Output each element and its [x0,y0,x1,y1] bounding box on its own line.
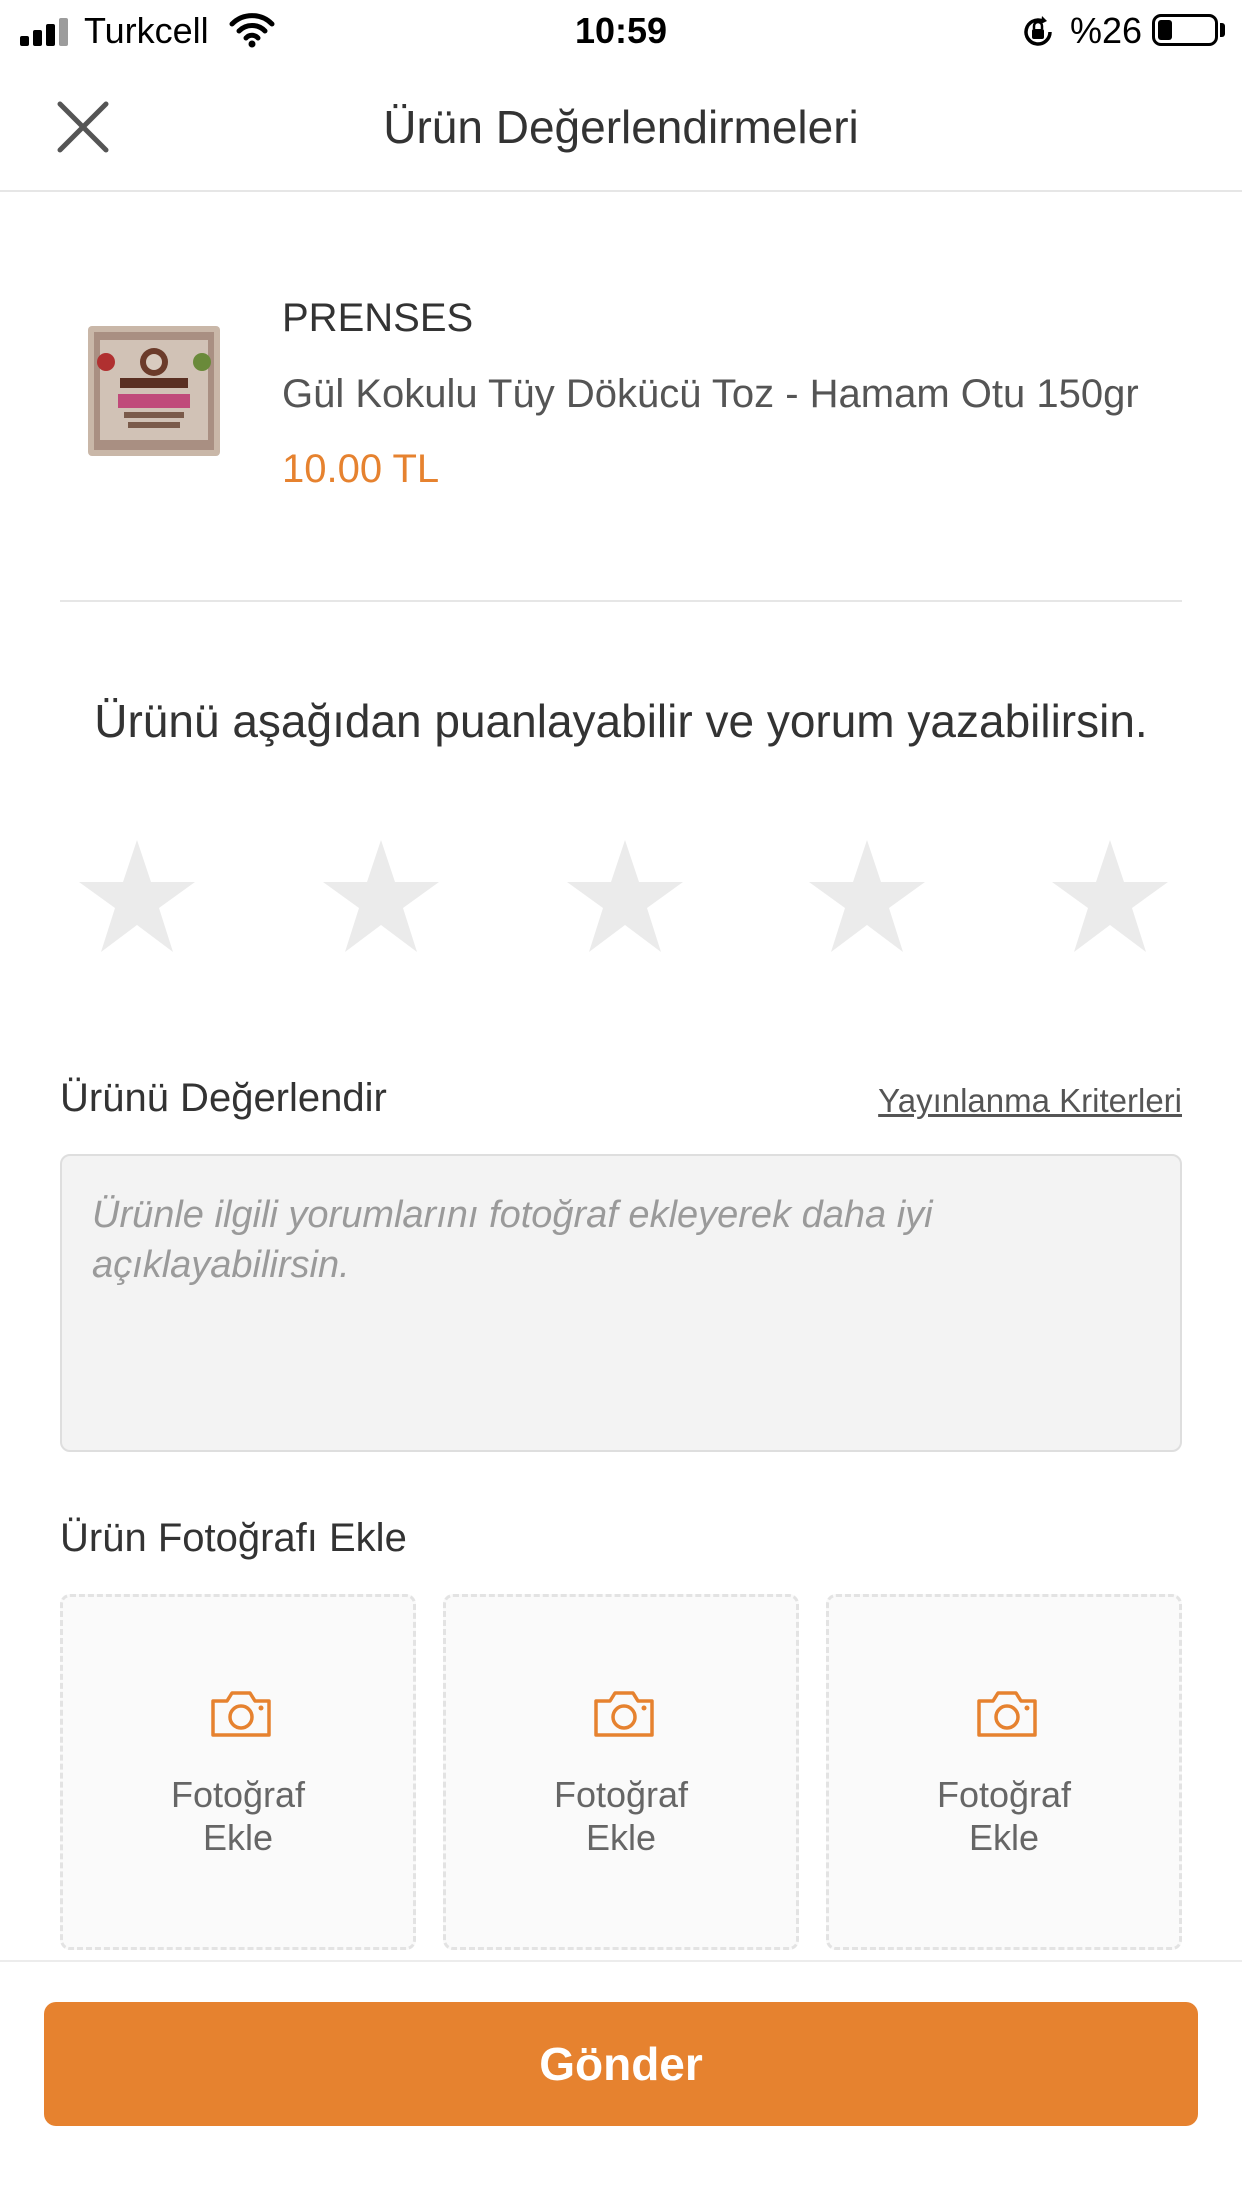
star-icon[interactable] [75,836,199,960]
star-rating [0,836,1242,960]
camera-icon [977,1691,1037,1737]
review-label: Ürünü Değerlendir [60,1076,387,1120]
nav-header: Ürün Değerlendirmeleri [0,62,1242,192]
star-icon[interactable] [563,836,687,960]
add-photo-button[interactable]: Fotoğraf Ekle [443,1594,799,1950]
footer-bar: Gönder [0,1960,1242,2208]
publication-criteria-link[interactable]: Yayınlanma Kriterleri [878,1082,1182,1120]
camera-icon [594,1691,654,1737]
add-photo-label: Fotoğraf Ekle [446,1773,796,1859]
rating-prompt: Ürünü aşağıdan puanlayabilir ve yorum ya… [94,695,1148,747]
status-bar: Turkcell 10:59 %26 [0,0,1242,62]
review-textarea[interactable] [60,1154,1182,1452]
rotation-lock-icon [1024,16,1052,46]
star-icon[interactable] [319,836,443,960]
star-icon[interactable] [805,836,929,960]
add-photo-label-line1: Fotoğraf [170,1774,306,1815]
product-price: 10.00 TL [282,447,440,491]
battery-tip [1220,23,1225,37]
add-photo-label-line1: Fotoğraf [553,1774,689,1815]
product-brand: PRENSES [282,296,474,340]
battery-icon [1152,14,1218,46]
add-photo-label-line1: Fotoğraf [936,1774,1072,1815]
battery-level [1158,20,1172,40]
product-name: Gül Kokulu Tüy Dökücü Toz - Hamam Otu 15… [282,372,1139,416]
product-image [88,326,220,456]
page-title: Ürün Değerlendirmeleri [383,101,859,153]
add-photo-button[interactable]: Fotoğraf Ekle [60,1594,416,1950]
photo-section-label: Ürün Fotoğrafı Ekle [60,1516,407,1560]
add-photo-label-line2: Ekle [968,1817,1040,1858]
battery-percentage: %26 [1070,10,1143,51]
add-photo-label-line2: Ekle [202,1817,274,1858]
divider [60,600,1182,602]
add-photo-label: Fotoğraf Ekle [63,1773,413,1859]
add-photo-button[interactable]: Fotoğraf Ekle [826,1594,1182,1950]
add-photo-label: Fotoğraf Ekle [829,1773,1179,1859]
product-summary: PRENSES Gül Kokulu Tüy Dökücü Toz - Hama… [0,192,1242,602]
camera-icon [211,1691,271,1737]
add-photo-label-line2: Ekle [585,1817,657,1858]
submit-button[interactable]: Gönder [44,2002,1198,2126]
star-icon[interactable] [1048,836,1172,960]
